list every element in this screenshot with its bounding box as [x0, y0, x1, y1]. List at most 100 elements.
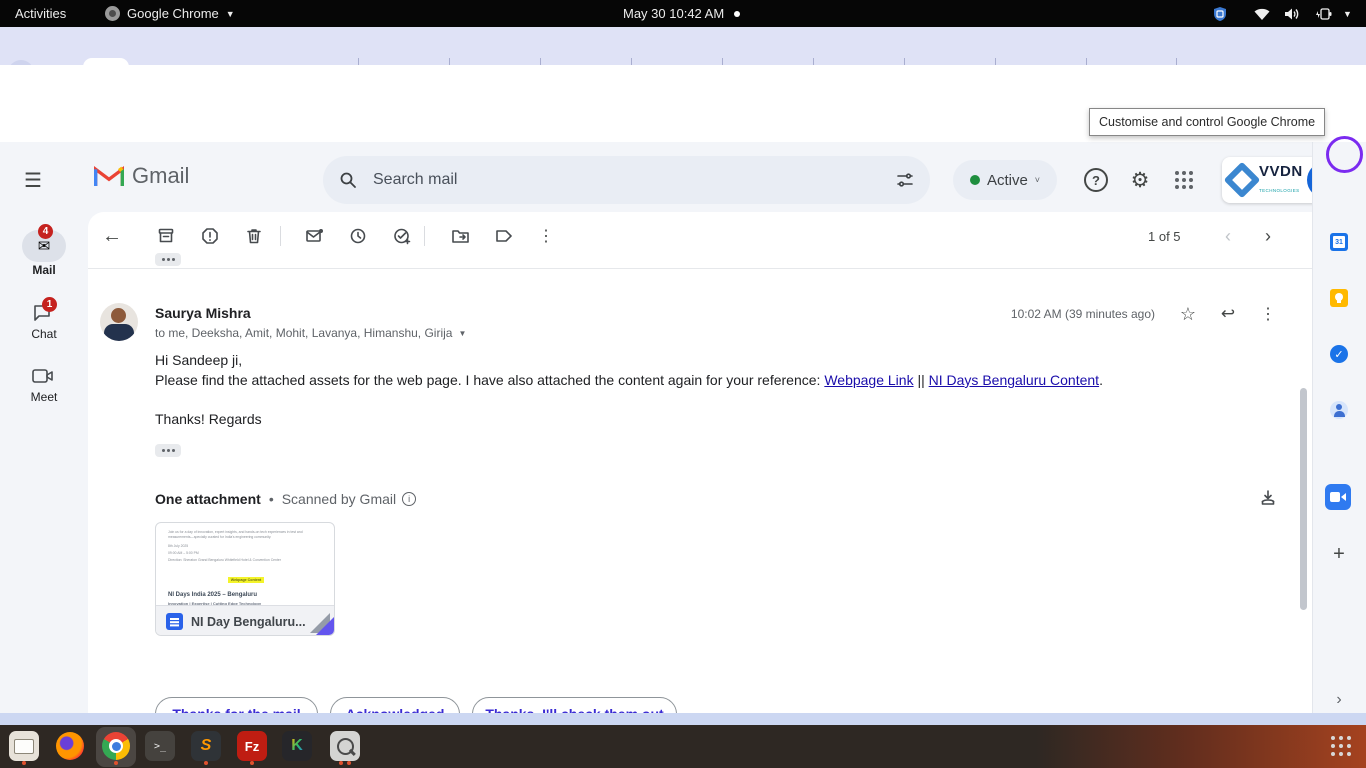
ellipsis-icon	[155, 253, 181, 266]
sidebar-item-meet-icon[interactable]	[31, 366, 55, 391]
recipients-row[interactable]: to me, Deeksha, Amit, Mohit, Lavanya, Hi…	[155, 326, 466, 340]
ni-days-content-link[interactable]: NI Days Bengaluru Content	[929, 372, 1099, 388]
email-body-line: Please find the attached assets for the …	[155, 372, 1103, 388]
running-dot	[347, 761, 351, 765]
gmail-logo[interactable]: Gmail	[94, 163, 189, 189]
download-all-attachments-button[interactable]	[1254, 484, 1282, 512]
search-bar[interactable]	[323, 156, 930, 204]
chat-badge: 1	[42, 297, 57, 312]
more-options-kebab[interactable]: ⋮	[532, 222, 560, 250]
tooltip: Customise and control Google Chrome	[1089, 108, 1325, 136]
calendar-icon[interactable]: 31	[1329, 232, 1349, 252]
mark-unread-button[interactable]	[300, 222, 328, 250]
app-menu[interactable]: Google Chrome ▼	[105, 0, 235, 27]
dock-chrome[interactable]	[101, 731, 131, 761]
chrome-toolbar: ← → ↻ ⌂ mail.google.com/mail/u/0/#inbox/…	[0, 65, 1366, 112]
shield-indicator[interactable]	[1212, 0, 1228, 27]
scrollbar-thumb[interactable]	[1300, 388, 1307, 610]
message-kebab[interactable]: ⋮	[1254, 300, 1282, 328]
chevron-down-icon: ˅	[1035, 175, 1040, 185]
show-side-panel-chevron[interactable]: ›	[1329, 690, 1349, 710]
email-signoff: Thanks! Regards	[155, 411, 262, 427]
question-icon: ?	[1084, 168, 1108, 192]
archive-button[interactable]	[152, 222, 180, 250]
page-fold-icon	[314, 615, 335, 636]
k-app-icon: K	[291, 737, 303, 755]
system-top-bar: Activities Google Chrome ▼ May 30 10:42 …	[0, 0, 1366, 27]
newer-email-chevron[interactable]: ‹	[1214, 222, 1242, 250]
star-button[interactable]: ☆	[1174, 300, 1202, 328]
dock-k-app[interactable]: K	[282, 731, 312, 761]
delete-button[interactable]	[240, 222, 268, 250]
search-filters-icon[interactable]	[896, 171, 914, 189]
contacts-icon[interactable]	[1329, 400, 1349, 420]
dock-files[interactable]	[9, 731, 39, 761]
dock-screenshot-tool[interactable]	[330, 731, 360, 761]
older-email-chevron[interactable]: ›	[1254, 222, 1282, 250]
labels-button[interactable]	[490, 222, 518, 250]
show-applications-button[interactable]	[1331, 736, 1351, 756]
add-addon-plus-button[interactable]: +	[1329, 544, 1349, 564]
move-to-button[interactable]	[446, 222, 474, 250]
snooze-button[interactable]	[344, 222, 372, 250]
show-details-caret-icon[interactable]: ▼	[458, 329, 466, 338]
status-selector[interactable]: Active ˅	[953, 160, 1057, 200]
sender-avatar[interactable]	[100, 303, 138, 341]
running-dot	[250, 761, 254, 765]
shield-icon	[1212, 6, 1228, 22]
notification-dot-icon	[734, 11, 740, 17]
running-dot	[339, 761, 343, 765]
sidebar-item-mail[interactable]: Mail	[0, 263, 88, 277]
sidebar-item-meet[interactable]: Meet	[0, 390, 88, 404]
report-spam-button[interactable]	[196, 222, 224, 250]
running-dot	[204, 761, 208, 765]
settings-gear-button[interactable]: ⚙	[1120, 160, 1160, 200]
meet-app-icon[interactable]	[1325, 484, 1351, 510]
smart-reply-3[interactable]: Thanks, I'll check them out	[472, 697, 677, 713]
activities-button[interactable]: Activities	[15, 0, 66, 27]
reply-button[interactable]: ↩	[1214, 300, 1242, 328]
preview-title: NI Days India 2025 – Bengaluru	[168, 592, 324, 598]
terminal-icon: >_	[154, 741, 166, 752]
email-greeting: Hi Sandeep ji,	[155, 352, 242, 368]
sender-name[interactable]: Saurya Mishra	[155, 305, 251, 321]
vvdn-logo-icon	[1224, 162, 1261, 199]
ellipsis-icon	[155, 444, 181, 457]
keep-icon[interactable]	[1329, 288, 1349, 308]
attachment-count-label: One attachment	[155, 491, 261, 507]
tasks-icon[interactable]: ✓	[1329, 344, 1349, 364]
dock-firefox[interactable]	[55, 731, 85, 761]
chrome-grey-icon	[105, 6, 120, 21]
caret-down-icon: ▼	[1343, 9, 1352, 19]
dock-terminal[interactable]: >_	[145, 731, 175, 761]
chrome-icon	[102, 732, 130, 760]
filezilla-icon: Fz	[245, 739, 259, 754]
dock-sublime[interactable]: S	[191, 731, 221, 761]
search-icon[interactable]	[339, 171, 357, 189]
envelope-icon: ✉	[38, 237, 51, 255]
attachment-section-header: One attachment • Scanned by Gmail i	[155, 491, 416, 507]
smart-reply-2[interactable]: Acknowledged	[330, 697, 460, 713]
email-reading-pane: ← ⋮ 1 of 5 ‹ ›	[88, 212, 1312, 713]
add-to-tasks-button[interactable]	[388, 222, 416, 250]
google-apps-button[interactable]	[1164, 160, 1204, 200]
dock-filezilla[interactable]: Fz	[237, 731, 267, 761]
help-button[interactable]: ?	[1076, 160, 1116, 200]
previous-message-fragment[interactable]	[155, 248, 181, 266]
attachment-card[interactable]: Join us for a day of innovation, expert …	[155, 522, 335, 636]
main-menu-hamburger[interactable]: ☰	[13, 160, 53, 200]
scanned-label: Scanned by Gmail	[282, 491, 396, 507]
google-docs-icon	[166, 613, 183, 630]
clock[interactable]: May 30 10:42 AM	[623, 0, 740, 27]
show-trimmed-content-button[interactable]	[155, 439, 181, 457]
back-to-inbox-button[interactable]: ←	[98, 222, 126, 250]
info-icon[interactable]: i	[402, 492, 416, 506]
search-input[interactable]	[371, 170, 896, 190]
annotation-circle	[1326, 136, 1363, 173]
smart-reply-1[interactable]: Thanks for the mail	[155, 697, 318, 713]
sidebar-item-chat[interactable]: Chat	[0, 327, 88, 341]
side-panel-rail	[1312, 142, 1366, 713]
webpage-link[interactable]: Webpage Link	[824, 372, 913, 388]
attachment-footer[interactable]: NI Day Bengaluru...	[156, 605, 335, 636]
system-tray[interactable]: ▼	[1253, 0, 1352, 27]
